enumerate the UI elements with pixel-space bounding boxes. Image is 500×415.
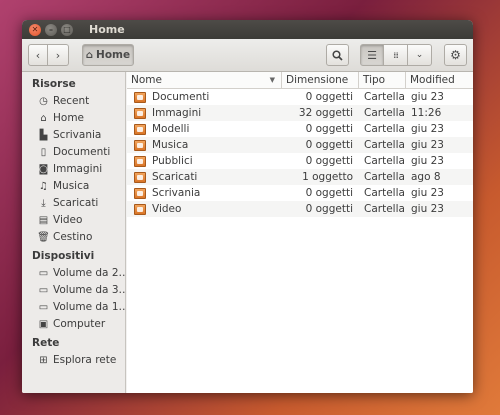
sidebar-item-volume-3[interactable]: ▭ Volume da 3…	[22, 282, 125, 299]
table-row[interactable]: Documenti 0 oggetti Cartella giu 23	[127, 89, 473, 105]
folder-templates-icon	[134, 123, 146, 135]
document-icon: ▯	[40, 147, 47, 158]
sidebar-section-risorse: Risorse	[32, 78, 76, 90]
home-icon: ⌂	[85, 49, 94, 61]
grid-view-icon: ⁞⁞⁞	[393, 50, 399, 60]
column-header-row: Nome ▼ Dimensione Tipo Modified	[127, 72, 473, 89]
sidebar-item-scrivania[interactable]: ▙ Scrivania	[22, 127, 125, 144]
column-header-type[interactable]: Tipo	[359, 72, 406, 88]
sidebar-item-immagini[interactable]: ◙ Immagini	[22, 161, 125, 178]
close-window-button[interactable]: ✕	[29, 23, 41, 36]
desktop-icon: ▙	[39, 130, 48, 141]
chevron-left-icon: ‹	[35, 48, 41, 62]
sort-down-icon: ▼	[269, 76, 275, 84]
drive-icon: ▭	[38, 285, 49, 296]
table-row[interactable]: Video 0 oggetti Cartella giu 23	[127, 201, 473, 217]
sidebar-item-computer[interactable]: ▣ Computer	[22, 316, 125, 333]
download-icon: ⤓	[41, 198, 46, 209]
forward-button[interactable]: ›	[48, 44, 69, 66]
film-icon: ▤	[38, 215, 49, 226]
folder-videos-icon	[134, 203, 146, 215]
search-icon	[332, 49, 343, 61]
clock-icon: ◷	[39, 96, 48, 107]
folder-pictures-icon	[134, 107, 146, 119]
location-label: Home	[96, 49, 131, 61]
sidebar-item-esplora-rete[interactable]: ⊞ Esplora rete	[22, 352, 125, 369]
grid-view-button[interactable]: ⁞⁞⁞	[384, 44, 408, 66]
sidebar: Risorse ◷ Recent ⌂ Home ▙ Scrivania ▯ Docume…	[22, 72, 126, 393]
view-options-dropdown[interactable]: ⌄	[408, 44, 432, 66]
music-icon: ♫	[39, 181, 48, 192]
file-rows: Documenti 0 oggetti Cartella giu 23 Immagin…	[127, 89, 473, 217]
sidebar-section-rete: Rete	[32, 337, 60, 349]
folder-music-icon	[134, 139, 146, 151]
title-bar[interactable]: ✕ – □ Home	[22, 20, 473, 39]
sidebar-item-home[interactable]: ⌂ Home	[22, 110, 125, 127]
chevron-down-icon: ⌄	[415, 50, 424, 60]
table-row[interactable]: Musica 0 oggetti Cartella giu 23	[127, 137, 473, 153]
list-view-icon: ☰	[367, 48, 377, 62]
drive-icon: ▭	[38, 302, 49, 313]
camera-icon: ◙	[38, 164, 49, 175]
table-row[interactable]: Scrivania 0 oggetti Cartella giu 23	[127, 185, 473, 201]
folder-desktop-icon	[134, 187, 146, 199]
settings-button[interactable]: ⚙	[444, 44, 467, 66]
home-icon: ⌂	[40, 113, 47, 124]
toolbar: ‹ › ⌂ Home ☰ ⁞⁞⁞ ⌄ ⚙	[22, 39, 473, 72]
location-home-button[interactable]: ⌂ Home	[82, 44, 134, 66]
folder-documents-icon	[134, 91, 146, 103]
drive-icon: ▭	[38, 268, 49, 279]
computer-icon: ▣	[38, 319, 49, 330]
gear-icon: ⚙	[450, 48, 461, 62]
sidebar-item-cestino[interactable]: 🗑 Cestino	[22, 229, 125, 246]
network-icon: ⊞	[39, 355, 48, 366]
sidebar-item-musica[interactable]: ♫ Musica	[22, 178, 125, 195]
sidebar-item-scaricati[interactable]: ⤓ Scaricati	[22, 195, 125, 212]
column-header-size[interactable]: Dimensione	[282, 72, 359, 88]
table-row[interactable]: Pubblici 0 oggetti Cartella giu 23	[127, 153, 473, 169]
table-row[interactable]: Scaricati 1 oggetto Cartella ago 8	[127, 169, 473, 185]
table-row[interactable]: Immagini 32 oggetti Cartella 11:26	[127, 105, 473, 121]
sidebar-item-volume-1[interactable]: ▭ Volume da 1…	[22, 299, 125, 316]
maximize-window-button[interactable]: □	[61, 23, 73, 36]
folder-downloads-icon	[134, 171, 146, 183]
sidebar-item-volume-2[interactable]: ▭ Volume da 2…	[22, 265, 125, 282]
file-list: Nome ▼ Dimensione Tipo Modified Documenti…	[127, 72, 473, 393]
sidebar-item-documenti[interactable]: ▯ Documenti	[22, 144, 125, 161]
table-row[interactable]: Modelli 0 oggetti Cartella giu 23	[127, 121, 473, 137]
search-button[interactable]	[326, 44, 349, 66]
column-header-modified[interactable]: Modified	[406, 72, 473, 88]
sidebar-item-recent[interactable]: ◷ Recent	[22, 93, 125, 110]
folder-public-icon	[134, 155, 146, 167]
column-header-name[interactable]: Nome ▼	[127, 72, 282, 88]
minimize-window-button[interactable]: –	[45, 23, 57, 36]
file-manager-window: ✕ – □ Home ‹ › ⌂ Home ☰ ⁞⁞⁞ ⌄ ⚙ Risorse …	[22, 20, 473, 393]
trash-icon: 🗑	[37, 232, 50, 243]
back-button[interactable]: ‹	[28, 44, 48, 66]
sidebar-item-video[interactable]: ▤ Video	[22, 212, 125, 229]
chevron-right-icon: ›	[55, 48, 61, 62]
window-title: Home	[89, 23, 125, 36]
list-view-button[interactable]: ☰	[360, 44, 384, 66]
sidebar-section-dispositivi: Dispositivi	[32, 250, 95, 262]
